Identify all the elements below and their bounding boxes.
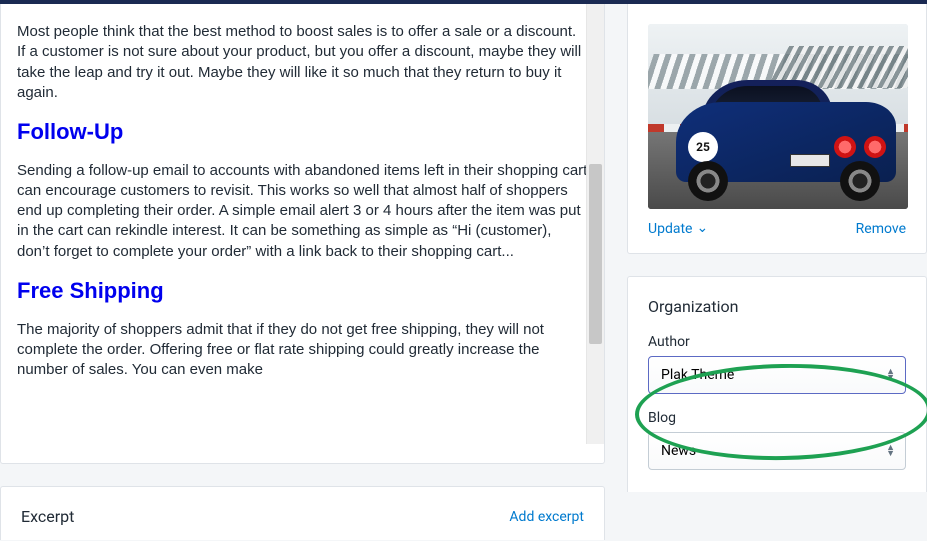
editor-paragraph[interactable]: Most people think that the best method t… <box>17 22 588 103</box>
featured-image-thumbnail[interactable]: 25 <box>648 24 908 209</box>
author-label: Author <box>648 334 906 350</box>
image-taillight <box>864 136 886 158</box>
content-editor[interactable]: Most people think that the best method t… <box>1 4 604 444</box>
editor-paragraph[interactable]: The majority of shoppers admit that if t… <box>17 320 588 381</box>
chevron-down-icon: ⌄ <box>696 220 708 236</box>
image-taillight <box>834 136 856 158</box>
image-license-plate <box>790 154 830 167</box>
organization-card: Organization Author Plak Theme ▲▼ Blog N… <box>627 276 927 492</box>
featured-image-card: 25 Update⌄ Remove <box>627 4 927 254</box>
blog-select-value: News <box>661 443 696 459</box>
excerpt-title: Excerpt <box>21 507 74 526</box>
image-wheel <box>840 161 880 201</box>
blog-label: Blog <box>648 410 906 426</box>
image-car-number: 25 <box>688 132 718 162</box>
editor-scrollbar-track[interactable] <box>586 4 604 444</box>
blog-field: Blog News ▲▼ <box>648 410 906 470</box>
editor-paragraph[interactable]: Sending a follow-up email to accounts wi… <box>17 161 588 262</box>
blog-select[interactable]: News ▲▼ <box>648 432 906 470</box>
select-caret-icon: ▲▼ <box>886 445 895 457</box>
excerpt-card: Excerpt Add excerpt <box>0 486 605 540</box>
author-select[interactable]: Plak Theme ▲▼ <box>648 356 906 394</box>
author-select-value: Plak Theme <box>661 367 734 383</box>
update-image-link[interactable]: Update⌄ <box>648 221 708 237</box>
editor-heading-followup[interactable]: Follow-Up <box>17 117 588 147</box>
featured-image-actions: Update⌄ Remove <box>648 221 906 237</box>
page-layout: Most people think that the best method t… <box>0 4 927 540</box>
select-caret-icon: ▲▼ <box>886 369 895 381</box>
content-editor-text[interactable]: Most people think that the best method t… <box>1 4 604 414</box>
editor-scrollbar-thumb[interactable] <box>589 164 602 344</box>
update-image-label: Update <box>648 221 692 237</box>
image-wheel <box>688 161 728 201</box>
side-column: 25 Update⌄ Remove Organization Author Pl… <box>627 4 927 540</box>
remove-image-link[interactable]: Remove <box>856 221 906 237</box>
editor-heading-freeshipping[interactable]: Free Shipping <box>17 276 588 306</box>
organization-title: Organization <box>648 297 906 316</box>
main-column: Most people think that the best method t… <box>0 4 605 540</box>
author-field: Author Plak Theme ▲▼ <box>648 334 906 394</box>
content-editor-card: Most people think that the best method t… <box>0 4 605 464</box>
add-excerpt-link[interactable]: Add excerpt <box>509 509 584 525</box>
